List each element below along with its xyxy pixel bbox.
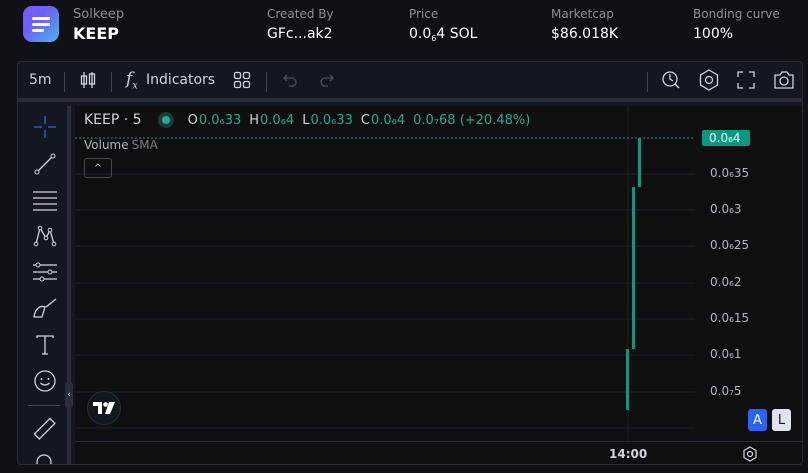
- chart-widget: 5m fx Indicators KEEP · 5 O 0.0₆33 H 0.0…: [17, 61, 803, 465]
- brush-icon[interactable]: [32, 296, 58, 322]
- fib-lines-icon[interactable]: [32, 187, 58, 213]
- creator-link[interactable]: GFc...ak2: [267, 26, 334, 42]
- current-price-label: 0.0₆4: [702, 130, 750, 146]
- collapse-legend-button[interactable]: ^: [84, 158, 112, 178]
- zoom-icon[interactable]: [32, 450, 58, 464]
- redo-icon[interactable]: [319, 62, 335, 98]
- time-label: 14:00: [609, 447, 648, 461]
- text-tool-icon[interactable]: [32, 332, 58, 358]
- tradingview-logo[interactable]: [87, 391, 121, 425]
- drawing-toolbar: [18, 106, 71, 464]
- candle-2: [632, 187, 635, 349]
- collapse-toolbar-button[interactable]: ‹: [65, 382, 73, 408]
- chevron-left-icon: ‹: [67, 390, 71, 400]
- function-icon: fx: [126, 68, 138, 92]
- indicators-button[interactable]: fx Indicators: [126, 62, 215, 98]
- chart-legend: KEEP · 5 O 0.0₆33 H 0.0₆4 L 0.0₆33 C 0.0₆4 0…: [84, 112, 531, 128]
- candle-3: [638, 138, 641, 187]
- stat-bonding-curve: Bonding curve 100%: [693, 7, 780, 42]
- legend-symbol[interactable]: KEEP · 5: [84, 112, 142, 128]
- time-settings-gear-icon[interactable]: [742, 446, 758, 464]
- chart-toolbar: 5m fx Indicators: [18, 62, 802, 102]
- candles-icon[interactable]: [79, 62, 97, 98]
- candle-1: [626, 349, 629, 410]
- chart-canvas: [75, 106, 695, 441]
- crosshair-icon[interactable]: [32, 114, 58, 140]
- auto-scale-button[interactable]: A: [748, 409, 767, 431]
- token-name: Solkeep: [73, 7, 125, 22]
- undo-icon[interactable]: [282, 62, 298, 98]
- settings-gear-icon[interactable]: [698, 62, 720, 98]
- pattern-icon[interactable]: [32, 223, 58, 249]
- interval-button[interactable]: 5m: [29, 62, 52, 98]
- log-scale-button[interactable]: L: [772, 409, 791, 431]
- price-scale[interactable]: 0.0₆4 0.0₆35 0.0₆3 0.0₆25 0.0₆2 0.0₆15 0…: [695, 106, 802, 441]
- token-header: Solkeep KEEP Created By GFc...ak2 Price …: [0, 0, 808, 58]
- stat-marketcap: Marketcap $86.018K: [551, 7, 619, 42]
- ruler-icon[interactable]: [32, 416, 58, 442]
- stat-created-by: Created By GFc...ak2: [267, 7, 334, 42]
- forecast-icon[interactable]: [32, 259, 58, 285]
- time-scale[interactable]: 14:00: [75, 441, 802, 464]
- emoji-icon[interactable]: [32, 368, 58, 394]
- layout-grid-icon[interactable]: [233, 62, 251, 98]
- camera-icon[interactable]: [773, 62, 795, 98]
- legend-change: 0.0₇68 (+20.48%): [413, 112, 531, 128]
- fullscreen-icon[interactable]: [737, 62, 755, 98]
- quick-search-icon[interactable]: [661, 62, 681, 98]
- chevron-up-icon: ^: [93, 162, 103, 174]
- volume-legend: Volume SMA: [84, 138, 158, 152]
- stat-price: Price 0.064 SOL: [409, 7, 478, 43]
- token-logo: [23, 6, 59, 42]
- trend-line-icon[interactable]: [32, 151, 58, 177]
- market-status-dot: [157, 112, 174, 128]
- chart-plot-area[interactable]: KEEP · 5 O 0.0₆33 H 0.0₆4 L 0.0₆33 C 0.0₆4 0…: [75, 106, 802, 464]
- token-ticker: KEEP: [73, 24, 119, 43]
